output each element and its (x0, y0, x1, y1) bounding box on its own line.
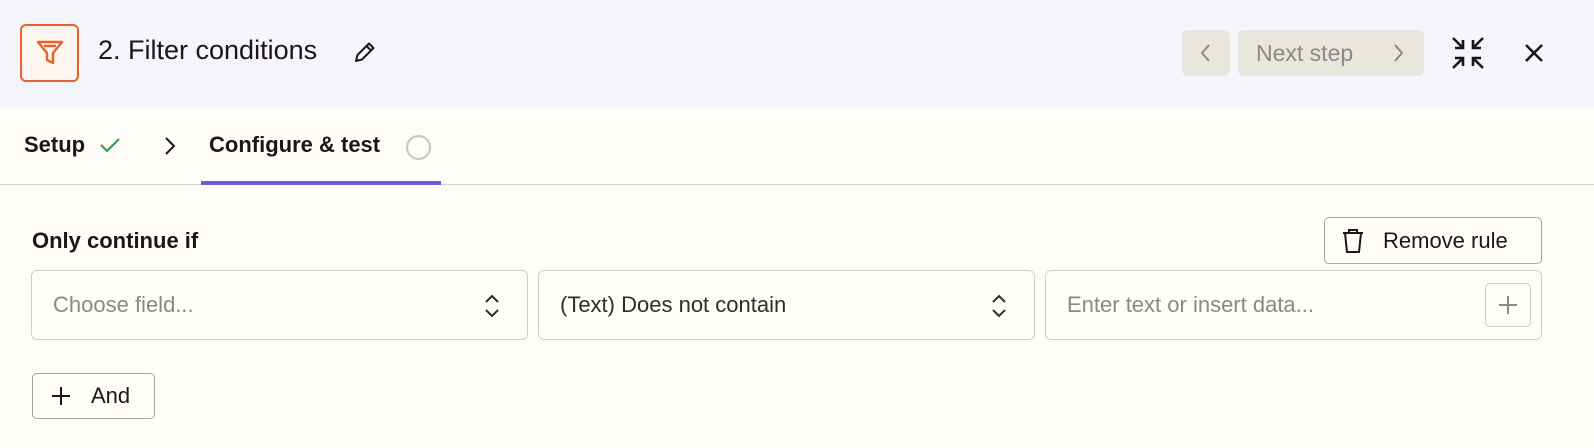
trash-icon (1343, 228, 1363, 253)
collapse-icon[interactable] (1450, 35, 1486, 71)
step-tabs: Setup Configure & test (0, 108, 1594, 185)
incomplete-status-icon (406, 135, 431, 160)
plus-icon (52, 387, 70, 405)
condition-operator-select[interactable]: (Text) Does not contain (538, 270, 1035, 340)
choose-field-placeholder: Choose field... (53, 292, 194, 317)
previous-step-button[interactable] (1182, 30, 1230, 76)
tab-configure-test[interactable]: Configure & test (201, 108, 441, 185)
chevron-left-icon (1200, 44, 1210, 62)
chevron-up-down-icon (992, 294, 1006, 318)
step-title[interactable]: 2. Filter conditions (98, 35, 317, 66)
remove-rule-button[interactable]: Remove rule (1324, 217, 1542, 264)
tab-configure-test-label: Configure & test (209, 132, 381, 157)
close-icon[interactable] (1522, 41, 1546, 65)
checkmark-icon (100, 138, 120, 153)
choose-field-select[interactable]: Choose field... (31, 270, 528, 340)
plus-icon (1499, 296, 1517, 314)
chevron-up-down-icon (485, 294, 499, 318)
filter-icon (36, 40, 63, 65)
insert-data-button[interactable] (1485, 283, 1531, 327)
step-header: 2. Filter conditions Next step (0, 0, 1594, 108)
condition-value-placeholder: Enter text or insert data... (1067, 292, 1315, 317)
pencil-icon[interactable] (352, 39, 378, 65)
chevron-right-icon (1394, 44, 1404, 62)
chevron-right-icon (165, 137, 176, 155)
add-and-condition-button[interactable]: And (32, 373, 155, 419)
condition-operator-value: (Text) Does not contain (560, 292, 787, 317)
filter-app-icon (20, 24, 79, 82)
tab-setup[interactable]: Setup (24, 132, 121, 158)
tab-setup-label: Setup (24, 132, 86, 157)
add-and-label: And (91, 383, 131, 408)
next-step-label: Next step (1256, 39, 1354, 66)
remove-rule-label: Remove rule (1383, 227, 1508, 253)
condition-value-input[interactable]: Enter text or insert data... (1045, 270, 1542, 340)
next-step-button[interactable]: Next step (1238, 30, 1424, 76)
rule-label: Only continue if (32, 228, 199, 253)
